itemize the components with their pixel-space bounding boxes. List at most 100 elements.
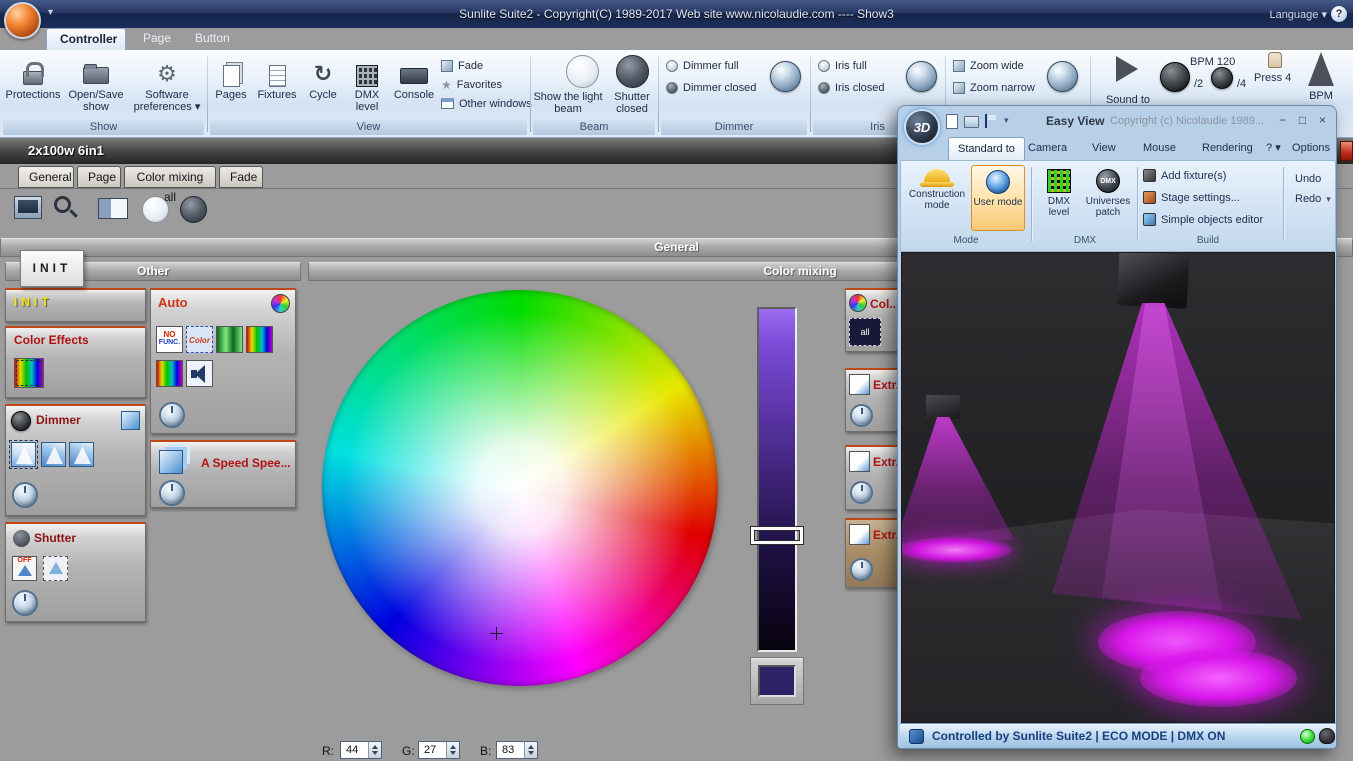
rainbow-icon-2[interactable] [156, 360, 183, 387]
iris-closed-button[interactable]: Iris closed [818, 82, 885, 94]
extra-dial-2[interactable] [850, 481, 873, 504]
auto-group-panel[interactable]: Auto NO FUNC. Color [150, 288, 296, 434]
g-spinner[interactable] [446, 742, 459, 758]
ev-tab-view[interactable]: View [1083, 137, 1125, 160]
init-page-tab[interactable]: INIT [20, 250, 84, 287]
speed-group-panel[interactable]: A Speed Spee... [150, 440, 296, 508]
zoom-narrow-button[interactable]: Zoom narrow [953, 82, 1035, 94]
show-light-beam-button[interactable] [566, 55, 599, 88]
extra-button-2[interactable]: Extr... [845, 445, 899, 510]
magnifier-button[interactable] [54, 196, 71, 213]
help-button[interactable]: ? [1331, 6, 1347, 22]
dimmer-full-button[interactable]: Dimmer full [666, 60, 739, 72]
g-input[interactable]: 27 [418, 741, 460, 759]
extra-button-1[interactable]: Extr... [845, 368, 899, 432]
init-button[interactable]: INIT [5, 288, 146, 322]
redo-button[interactable]: Redo ▾ [1295, 193, 1331, 205]
speaker-icon[interactable] [186, 360, 213, 387]
close-button[interactable]: × [1314, 113, 1331, 128]
zoom-knob[interactable] [1047, 61, 1078, 92]
doc-tab-fade[interactable]: Fade [219, 166, 263, 188]
color-preset-icon[interactable]: Color [186, 326, 213, 353]
doc-tab-page[interactable]: Page [77, 166, 121, 188]
ev-tab-rendering[interactable]: Rendering [1193, 137, 1262, 160]
b-input[interactable]: 83 [496, 741, 538, 759]
favorites-button[interactable]: ★ Favorites [441, 77, 502, 92]
zoom-wide-button[interactable]: Zoom wide [953, 60, 1024, 72]
quick-access-arrow-icon[interactable]: ▾ [48, 7, 53, 18]
cycle-button[interactable]: ↻ Cycle [303, 55, 343, 101]
extra-dial-1[interactable] [850, 404, 873, 427]
color-preset-button[interactable]: Col... all [845, 288, 899, 352]
minimize-button[interactable]: − [1274, 113, 1291, 128]
software-preferences-button[interactable]: ⚙ Software preferences ▾ [130, 55, 204, 113]
press-button[interactable]: Press 4 [1254, 72, 1291, 84]
extra-dial-3[interactable] [850, 558, 873, 581]
protections-button[interactable]: Protections [2, 55, 64, 101]
color-effects-button[interactable]: Color Effects [5, 326, 146, 398]
maximize-button[interactable]: □ [1294, 113, 1311, 128]
doc-close-button[interactable] [1340, 141, 1353, 161]
new-document-icon[interactable] [946, 114, 958, 129]
fixtures-button[interactable]: Fixtures [253, 55, 301, 101]
shutter-group-panel[interactable]: Shutter OFF [5, 522, 146, 622]
green-gradient-icon[interactable] [216, 326, 243, 353]
dimmer-mini-knob[interactable] [11, 411, 31, 431]
fade-button[interactable]: Fade [441, 58, 483, 73]
add-fixtures-button[interactable]: Add fixture(s) [1143, 169, 1226, 182]
dimmer-group-panel[interactable]: Dimmer [5, 404, 146, 516]
dark-circle-button[interactable] [180, 196, 207, 223]
display-button[interactable] [14, 196, 42, 219]
iris-full-button[interactable]: Iris full [818, 60, 867, 72]
easy-view-window[interactable]: 3D ▾ Easy View Copyright (c) Nicolaudie … [897, 105, 1337, 749]
ev-tab-standard-tools[interactable]: Standard to [948, 137, 1025, 160]
dimmer-closed-button[interactable]: Dimmer closed [666, 82, 756, 94]
tab-controller[interactable]: Controller [46, 28, 126, 50]
extra-button-3[interactable]: Extr... [845, 518, 899, 588]
ev-help-menu[interactable]: ? ▾ [1262, 137, 1285, 160]
r-input[interactable]: 44 [340, 741, 382, 759]
doc-tab-general[interactable]: General [18, 166, 74, 188]
slider-handle[interactable] [751, 527, 803, 544]
r-spinner[interactable] [368, 742, 381, 758]
3d-viewport[interactable] [901, 252, 1335, 723]
color-wheel[interactable] [322, 290, 718, 686]
doc-tab-color-mixing-all[interactable]: Color mixing all [124, 166, 216, 204]
split-view-button[interactable] [98, 198, 128, 219]
figure-icon[interactable] [1319, 728, 1335, 744]
sound-knob-2[interactable] [1211, 67, 1233, 89]
open-save-show-button[interactable]: Open/Save show [64, 55, 128, 113]
undo-button[interactable]: Undo [1295, 173, 1321, 185]
no-func-icon[interactable]: NO FUNC. [156, 326, 183, 353]
easy-view-3d-logo[interactable]: 3D [904, 109, 940, 145]
fixture-small[interactable] [926, 395, 960, 419]
quickbar-arrow-icon[interactable]: ▾ [1004, 115, 1009, 126]
dimmer-dial[interactable] [12, 482, 38, 508]
stage-settings-button[interactable]: Stage settings... [1143, 191, 1240, 204]
save-icon[interactable] [985, 114, 987, 128]
dimmer-fixture-2-icon[interactable] [41, 442, 66, 467]
sound-knob-1[interactable] [1160, 62, 1190, 92]
dimmer-fixture-3-icon[interactable] [69, 442, 94, 467]
console-button[interactable]: Console [391, 55, 437, 101]
brightness-slider[interactable] [757, 307, 797, 652]
language-menu[interactable]: Language ▾ [1269, 8, 1327, 21]
construction-mode-button[interactable]: Construction mode [907, 165, 967, 231]
shutter-off-icon[interactable]: OFF [12, 556, 37, 581]
shutter-dial[interactable] [12, 590, 38, 616]
universes-patch-button[interactable]: DMX Universes patch [1083, 165, 1133, 231]
dimmer-corner-icon[interactable] [121, 411, 140, 430]
white-circle-button[interactable] [142, 196, 169, 223]
auto-corner-icon[interactable] [271, 294, 290, 313]
dimmer-knob[interactable] [770, 61, 801, 92]
shutter-closed-button[interactable] [616, 55, 649, 88]
b-spinner[interactable] [524, 742, 537, 758]
simple-objects-editor-button[interactable]: Simple objects editor [1143, 213, 1263, 226]
fixture-large[interactable] [1116, 253, 1190, 309]
dimmer-fixture-1-icon[interactable] [9, 440, 38, 469]
pages-button[interactable]: Pages [209, 55, 253, 101]
rainbow-grid-icon[interactable] [246, 326, 273, 353]
other-windows-button[interactable]: Other windows [441, 96, 532, 111]
tab-button[interactable]: Button [182, 28, 240, 50]
user-mode-button[interactable]: User mode [971, 165, 1025, 231]
